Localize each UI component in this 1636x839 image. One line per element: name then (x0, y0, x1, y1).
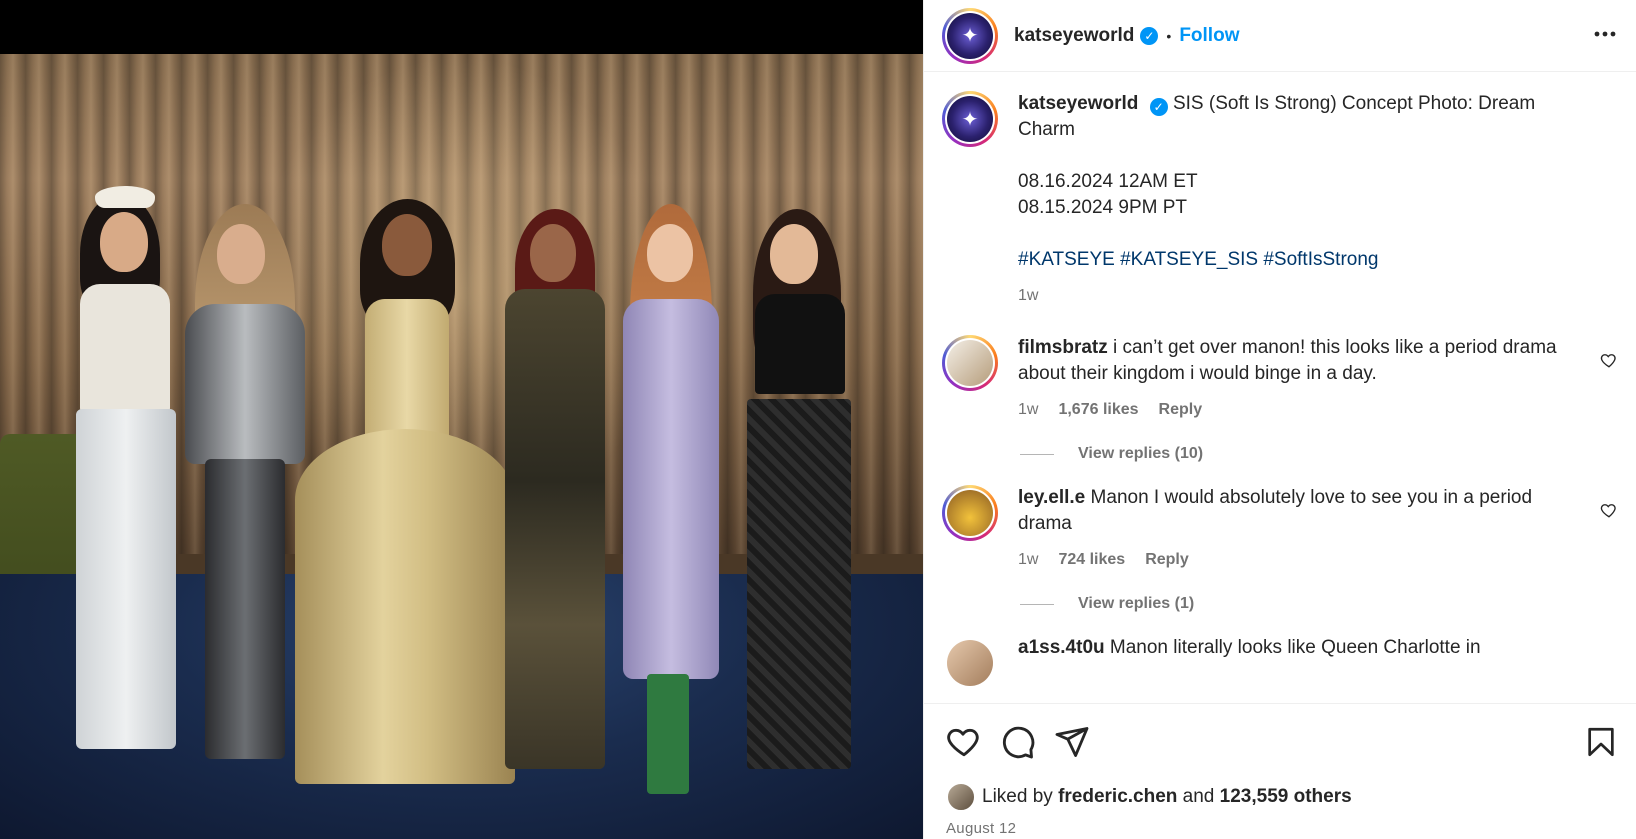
view-replies-label: View replies (10) (1078, 445, 1204, 462)
comment-username[interactable]: ley.ell.e (1018, 487, 1085, 508)
person-embellished-dress (490, 209, 620, 779)
reply-button[interactable]: Reply (1145, 547, 1189, 573)
liked-by: Liked by frederic.chen and 123,559 other… (946, 782, 1618, 812)
caption-timestamp[interactable]: 1w (1018, 283, 1578, 309)
comment-like-heart-icon[interactable] (1600, 501, 1618, 519)
comment-username[interactable]: a1ss.4t0u (1018, 637, 1105, 658)
replies-divider (1020, 603, 1054, 605)
liker-username[interactable]: frederic.chen (1058, 786, 1177, 808)
heart-icon[interactable] (946, 724, 982, 760)
commenter-avatar[interactable] (942, 485, 998, 541)
comment-like-heart-icon[interactable] (1600, 351, 1618, 369)
view-replies-button[interactable]: View replies (10) (1020, 445, 1618, 463)
comment-text: Manon literally looks like Queen Charlot… (1109, 637, 1481, 658)
post-media[interactable] (0, 0, 923, 839)
post-actions: Liked by frederic.chen and 123,559 other… (924, 703, 1636, 837)
person-qipao (605, 204, 735, 804)
caption-line-pt: 08.15.2024 9PM PT (1018, 197, 1187, 218)
star-logo-icon: ✦ (947, 12, 993, 59)
follow-button[interactable]: Follow (1179, 25, 1239, 47)
post-sidebar: ✦ katseyeworld ✓ • Follow ✦ katseyeworld… (923, 0, 1636, 839)
replies-divider (1020, 453, 1054, 455)
comment-text: Manon I would absolutely love to see you… (1018, 487, 1533, 534)
post-date[interactable]: August 12 (946, 820, 1618, 837)
bookmark-icon[interactable] (1584, 725, 1618, 759)
verified-badge-icon: ✓ (1149, 98, 1168, 116)
verified-badge-icon: ✓ (1140, 26, 1159, 45)
author-username[interactable]: katseyeworld (1014, 25, 1134, 47)
comment-time[interactable]: 1w (1018, 547, 1038, 573)
share-icon[interactable] (1054, 724, 1090, 760)
caption-hashtags[interactable]: #KATSEYE #KATSEYE_SIS #SoftIsStrong (1018, 247, 1578, 273)
liked-by-and: and (1182, 786, 1215, 807)
caption-line-et: 08.16.2024 12AM ET (1018, 171, 1198, 192)
star-logo-icon: ✦ (947, 96, 993, 142)
person-gown (285, 199, 525, 789)
separator-dot: • (1166, 27, 1172, 44)
comment-item: ley.ell.e Manon I would absolutely love … (942, 485, 1618, 573)
reply-button[interactable]: Reply (1159, 397, 1203, 423)
author-avatar[interactable]: ✦ (942, 7, 998, 64)
commenter-avatar[interactable] (942, 635, 998, 691)
view-replies-label: View replies (1) (1078, 595, 1195, 612)
post-modal: ✦ katseyeworld ✓ • Follow ✦ katseyeworld… (0, 0, 1636, 839)
view-replies-button[interactable]: View replies (1) (1020, 595, 1618, 613)
comment-likes[interactable]: 724 likes (1058, 547, 1125, 573)
post-photo (0, 54, 923, 839)
comment-username[interactable]: filmsbratz (1018, 337, 1108, 358)
liked-by-prefix: Liked by (982, 786, 1053, 807)
comment-icon[interactable] (1000, 724, 1036, 760)
comment-likes[interactable]: 1,676 likes (1058, 397, 1138, 423)
caption: ✦ katseyeworld ✓ SIS (Soft Is Strong) Co… (942, 91, 1618, 309)
comment-time[interactable]: 1w (1018, 397, 1038, 423)
post-header: ✦ katseyeworld ✓ • Follow (924, 0, 1636, 72)
commenter-avatar[interactable] (942, 335, 998, 391)
likes-count[interactable]: 123,559 others (1220, 786, 1352, 808)
liker-avatar[interactable] (946, 782, 976, 812)
comment-item: a1ss.4t0u Manon literally looks like Que… (942, 635, 1618, 691)
more-options-icon[interactable] (1592, 21, 1618, 51)
comment-item: filmsbratz i can’t get over manon! this … (942, 335, 1618, 423)
caption-avatar[interactable]: ✦ (942, 91, 998, 147)
comments-list[interactable]: ✦ katseyeworld ✓ SIS (Soft Is Strong) Co… (924, 73, 1636, 703)
person-black-outfit (725, 209, 875, 774)
caption-username[interactable]: katseyeworld (1018, 93, 1138, 114)
